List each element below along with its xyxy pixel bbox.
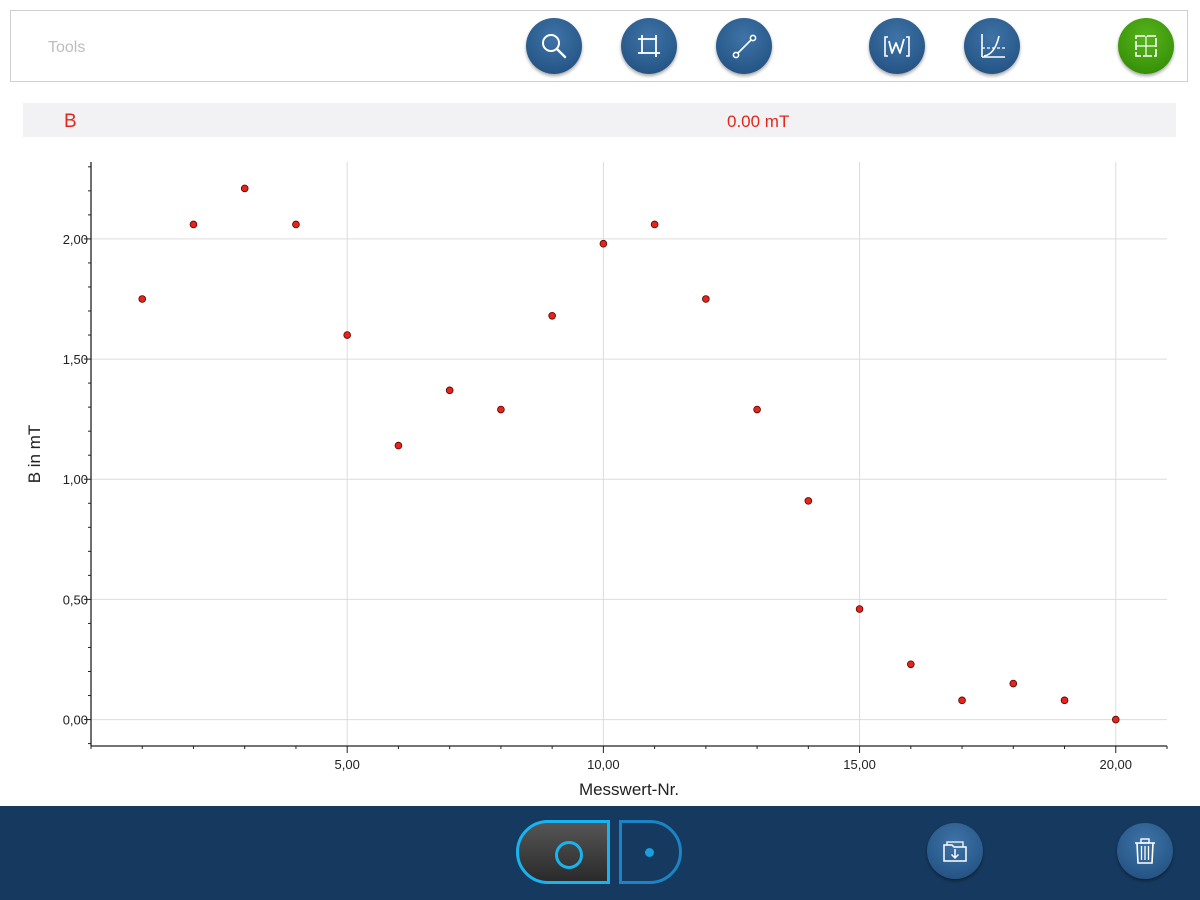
data-point xyxy=(343,331,351,339)
toolbar-label: Tools xyxy=(48,39,86,56)
delete-button[interactable] xyxy=(1117,823,1173,879)
fullscreen-icon xyxy=(1135,35,1157,57)
data-point xyxy=(1111,715,1120,724)
autoscale-button[interactable] xyxy=(869,18,925,74)
y-axis-title: B in mT xyxy=(25,425,44,484)
readout-value: 0.00 mT xyxy=(727,112,790,131)
data-point xyxy=(189,220,198,229)
zoom-button[interactable] xyxy=(526,18,582,74)
x-axis-title: Messwert-Nr. xyxy=(579,780,679,799)
data-point xyxy=(548,312,556,320)
y-tick-label: 1,00 xyxy=(63,472,88,487)
curve-fit-icon xyxy=(981,34,1005,58)
save-button[interactable] xyxy=(927,823,983,879)
data-point xyxy=(599,239,608,248)
data-point xyxy=(1009,679,1018,688)
record-button[interactable] xyxy=(516,820,610,884)
readout-channel-name: B xyxy=(64,111,77,132)
folder-download-icon xyxy=(943,841,967,862)
single-point-button[interactable] xyxy=(619,820,682,884)
data-point xyxy=(855,605,864,613)
line-tool-button[interactable] xyxy=(716,18,772,74)
data-point xyxy=(804,497,813,505)
data-point xyxy=(702,295,710,303)
chart-area[interactable]: 5,00 10,00 15,00 20,00 0,00 0,50 1,00 1,50 2,00 M… xyxy=(0,140,1200,800)
x-tick-label: 5,00 xyxy=(335,757,360,772)
x-tick-label: 15,00 xyxy=(843,757,876,772)
line-tool-icon xyxy=(732,34,757,59)
y-tick-label: 0,00 xyxy=(63,713,88,728)
crop-icon xyxy=(638,35,660,57)
y-tick-label: 1,50 xyxy=(63,352,88,367)
data-point xyxy=(445,386,454,395)
data-point xyxy=(1060,696,1069,705)
crop-button[interactable] xyxy=(621,18,677,74)
trash-icon xyxy=(1135,838,1155,864)
scatter-chart[interactable]: 5,00 10,00 15,00 20,00 0,00 0,50 1,00 1,50 2,00 M… xyxy=(0,140,1200,800)
bottom-bar xyxy=(0,806,1200,900)
autoscale-icon xyxy=(884,36,910,57)
data-point xyxy=(958,696,966,705)
data-point xyxy=(138,295,147,303)
record-mode-group xyxy=(516,820,682,884)
data-point xyxy=(907,660,915,669)
x-tick-label: 10,00 xyxy=(587,757,620,772)
toolbar: Tools xyxy=(10,10,1188,82)
y-tick-label: 0,50 xyxy=(63,592,88,607)
single-point-icon xyxy=(645,848,654,857)
data-point xyxy=(753,405,761,414)
data-point xyxy=(394,441,403,450)
measurement-readout: B 0.00 mT xyxy=(23,103,1176,137)
curve-fit-button[interactable] xyxy=(964,18,1020,74)
data-point xyxy=(650,220,659,229)
y-tick-label: 2,00 xyxy=(63,232,88,247)
fullscreen-button[interactable] xyxy=(1118,18,1174,74)
record-ring-icon xyxy=(555,841,583,869)
data-point xyxy=(240,184,249,193)
x-tick-label: 20,00 xyxy=(1099,757,1132,772)
data-point xyxy=(292,220,300,229)
data-point xyxy=(497,405,505,414)
zoom-icon xyxy=(542,34,567,59)
